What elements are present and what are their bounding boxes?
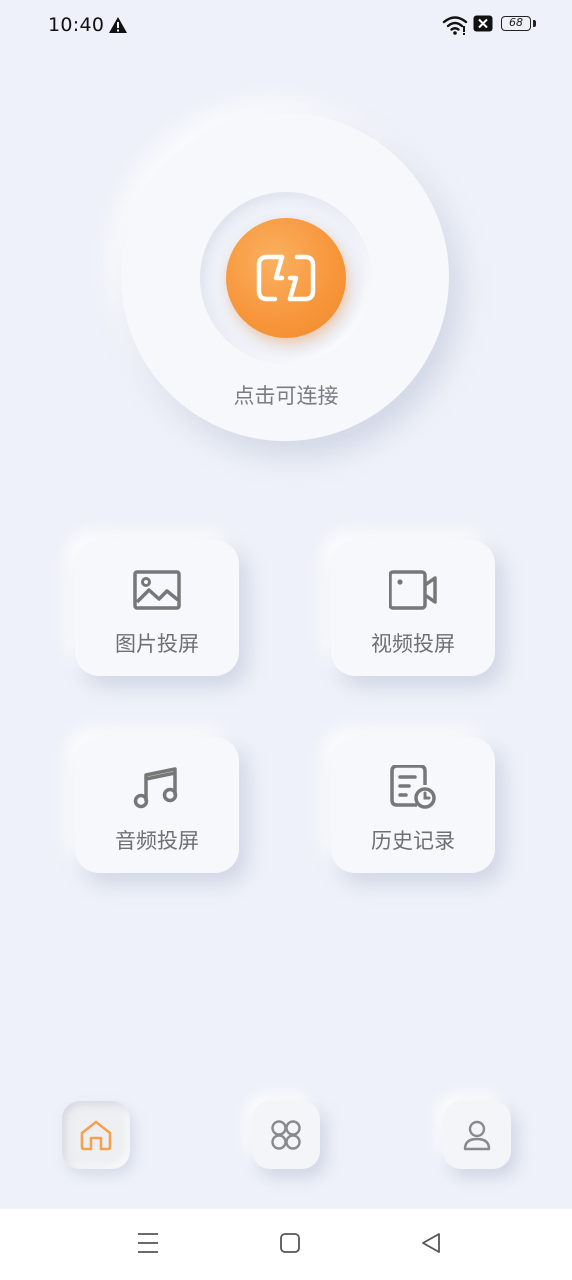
tab-apps[interactable] [252,1101,320,1169]
wifi-icon [442,16,468,35]
status-bar: 10:40 68 [0,0,572,52]
connection-icon [256,254,316,302]
video-camera-icon [389,570,437,610]
battery-icon: 68 [501,16,531,31]
tab-home[interactable] [62,1101,130,1169]
image-icon [133,570,181,610]
battery-level: 68 [509,16,523,29]
warning-icon [109,17,127,33]
back-triangle-icon[interactable] [420,1231,442,1255]
history-label: 历史记录 [371,829,455,853]
video-cast-label: 视频投屏 [371,632,455,656]
menu-icon[interactable] [137,1231,159,1255]
audio-cast-card[interactable]: 音频投屏 [75,737,239,873]
system-nav-bar [0,1209,572,1280]
battery-tip [533,20,536,27]
audio-cast-label: 音频投屏 [115,829,199,853]
history-document-icon [390,765,436,809]
person-icon [463,1120,491,1151]
home-icon [80,1120,112,1151]
video-cast-card[interactable]: 视频投屏 [331,540,495,676]
connect-label: 点击可连接 [233,384,339,408]
photo-cast-label: 图片投屏 [115,632,199,656]
status-time: 10:40 [48,14,105,36]
connect-button[interactable] [226,218,346,338]
apps-grid-icon [271,1120,301,1150]
tab-profile[interactable] [443,1101,511,1169]
sim-off-icon [473,15,493,32]
music-note-icon [133,767,178,809]
home-square-icon[interactable] [279,1231,301,1255]
photo-cast-card[interactable]: 图片投屏 [75,540,239,676]
history-card[interactable]: 历史记录 [331,737,495,873]
